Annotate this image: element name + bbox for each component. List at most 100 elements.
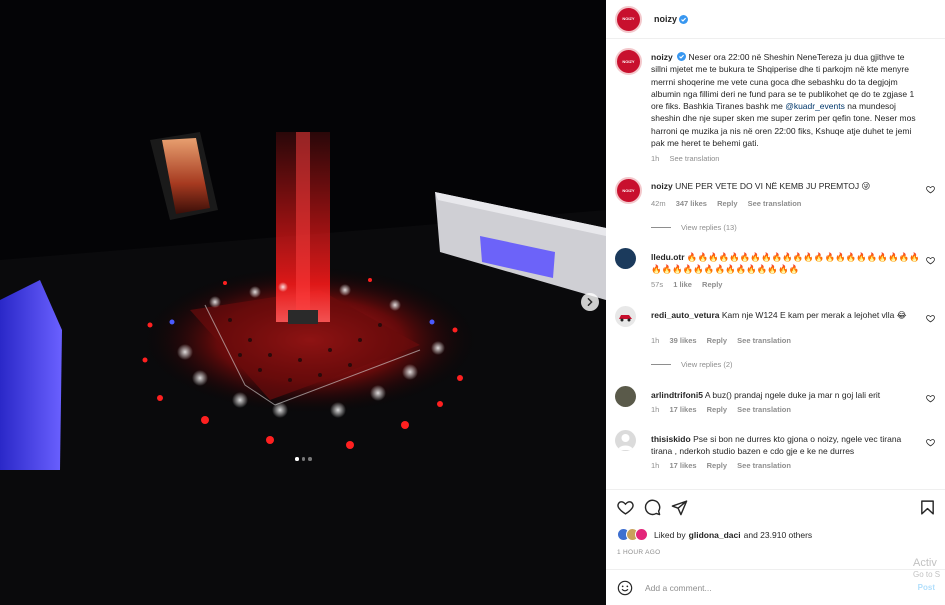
- reply-button[interactable]: Reply: [702, 280, 722, 289]
- default-user-icon: [618, 434, 633, 450]
- view-replies-button[interactable]: View replies (2): [651, 360, 733, 369]
- comment-username[interactable]: arlindtrifoni5: [651, 390, 703, 400]
- comment-text: Kam nje W124 E kam per merak a lejohet v…: [721, 310, 907, 320]
- emoji-smile-icon[interactable]: [617, 580, 633, 596]
- see-translation-link[interactable]: See translation: [737, 405, 791, 414]
- avatar[interactable]: [615, 386, 636, 407]
- caption-body: noizy Neser ora 22:00 në Sheshin NeneTer…: [651, 51, 921, 149]
- post-media[interactable]: [0, 0, 606, 605]
- comment-username[interactable]: lledu.otr: [651, 252, 685, 262]
- avatar-text: NOIZY: [622, 16, 635, 21]
- comment-likes-link[interactable]: 39 likes: [669, 336, 696, 345]
- save-bookmark-icon[interactable]: [919, 499, 936, 516]
- post-caption: NOIZY noizy Neser ora 22:00 në Sheshin N…: [615, 48, 935, 168]
- avatar[interactable]: [615, 430, 636, 451]
- comment-username[interactable]: thisiskido: [651, 434, 691, 444]
- avatar[interactable]: [615, 306, 636, 327]
- liked-by-prefix: Liked by: [654, 529, 686, 540]
- comment-username[interactable]: redi_auto_vetura: [651, 310, 720, 320]
- comment-meta: 1h 39 likes Reply See translation: [651, 336, 799, 345]
- comment-item: lledu.otr 🔥🔥🔥🔥🔥🔥🔥🔥🔥🔥🔥🔥🔥🔥🔥🔥🔥🔥🔥🔥🔥🔥🔥🔥🔥🔥🔥🔥🔥🔥…: [615, 248, 935, 293]
- avatar[interactable]: NOIZY: [615, 5, 642, 33]
- comment-time: 42m: [651, 199, 666, 208]
- avatar: [635, 528, 648, 541]
- avatar-text: NOIZY: [622, 58, 635, 64]
- comment-item: thisiskido Pse si bon ne durres kto gjon…: [615, 430, 935, 480]
- comment-meta: 1h 17 likes Reply See translation: [651, 405, 799, 414]
- liked-by-others-link[interactable]: and 23.910 others: [744, 530, 813, 540]
- carousel-dot: [308, 457, 312, 461]
- comment-time: 1h: [651, 461, 660, 470]
- likes-summary: Liked by glidona_daci and 23.910 others: [617, 528, 812, 541]
- carousel-indicator: [295, 457, 312, 461]
- avatar[interactable]: [615, 248, 636, 269]
- post-timestamp[interactable]: 1 HOUR AGO: [617, 549, 660, 556]
- carousel-dot: [301, 457, 305, 461]
- car-logo-icon: [619, 314, 632, 321]
- next-slide-button[interactable]: [581, 293, 599, 311]
- avatar[interactable]: NOIZY: [615, 177, 642, 204]
- comment-time: 1h: [651, 336, 660, 345]
- like-comment-heart-icon[interactable]: [926, 256, 935, 265]
- reply-button[interactable]: Reply: [707, 461, 727, 470]
- see-translation-link[interactable]: See translation: [737, 461, 791, 470]
- watermark-line-2: Go to S: [913, 570, 941, 579]
- comments-list[interactable]: NOIZY noizy Neser ora 22:00 në Sheshin N…: [606, 39, 945, 489]
- post-side-panel: NOIZY noizy NOIZY noizy Neser ora 22:00 …: [606, 0, 945, 605]
- liker-username-link[interactable]: glidona_daci: [689, 530, 741, 540]
- comment-body: thisiskido Pse si bon ne durres kto gjon…: [651, 433, 921, 457]
- watermark-line-1: Activ: [913, 557, 937, 569]
- comment-item: NOIZY noizy UNE PER VETE DO VI NË KEMB J…: [615, 177, 935, 237]
- see-translation-link[interactable]: See translation: [748, 199, 802, 208]
- reply-button[interactable]: Reply: [707, 405, 727, 414]
- caption-meta: 1h See translation: [651, 154, 727, 163]
- like-comment-heart-icon[interactable]: [926, 394, 935, 403]
- add-comment-bar: Add a comment... Post: [606, 569, 945, 605]
- comment-input[interactable]: Add a comment...: [645, 583, 918, 593]
- comment-bubble-icon[interactable]: [644, 499, 661, 516]
- avatar-text: NOIZY: [622, 187, 635, 193]
- windows-activation-watermark: Activ Go to S: [913, 557, 945, 581]
- comment-likes-link[interactable]: 1 like: [673, 280, 692, 289]
- share-send-icon[interactable]: [671, 499, 688, 516]
- caption-mention-link[interactable]: @kuadr_events: [785, 101, 845, 111]
- reply-button[interactable]: Reply: [707, 336, 727, 345]
- like-comment-heart-icon[interactable]: [926, 438, 935, 447]
- post-username[interactable]: noizy: [654, 14, 677, 24]
- comment-text: A buz() prandaj ngele duke ja mar n goj …: [704, 390, 881, 400]
- like-comment-heart-icon[interactable]: [926, 185, 935, 194]
- comment-meta: 42m 347 likes Reply See translation: [651, 199, 809, 208]
- comment-meta: 57s 1 like Reply: [651, 280, 730, 289]
- like-heart-icon[interactable]: [617, 499, 634, 516]
- avatar[interactable]: NOIZY: [615, 48, 642, 75]
- comment-body: redi_auto_vetura Kam nje W124 E kam per …: [651, 309, 921, 321]
- verified-badge-icon: [677, 52, 687, 61]
- comment-body: lledu.otr 🔥🔥🔥🔥🔥🔥🔥🔥🔥🔥🔥🔥🔥🔥🔥🔥🔥🔥🔥🔥🔥🔥🔥🔥🔥🔥🔥🔥🔥🔥…: [651, 251, 921, 275]
- liker-avatars: [617, 528, 648, 541]
- comment-likes-link[interactable]: 17 likes: [669, 405, 696, 414]
- caption-username[interactable]: noizy: [651, 52, 673, 62]
- comment-text: UNE PER VETE DO VI NË KEMB JU PREMTOJ 😜: [675, 181, 871, 191]
- comment-item: redi_auto_vetura Kam nje W124 E kam per …: [615, 306, 935, 376]
- post-comment-button[interactable]: Post: [918, 583, 935, 592]
- post-actions: Liked by glidona_daci and 23.910 others …: [606, 489, 945, 569]
- comment-item: arlindtrifoni5 A buz() prandaj ngele duk…: [615, 386, 935, 426]
- comment-username[interactable]: noizy: [651, 181, 673, 191]
- see-translation-link[interactable]: See translation: [669, 154, 719, 163]
- like-comment-heart-icon[interactable]: [926, 314, 935, 323]
- comment-likes-link[interactable]: 347 likes: [676, 199, 707, 208]
- reply-button[interactable]: Reply: [717, 199, 737, 208]
- comment-text: 🔥🔥🔥🔥🔥🔥🔥🔥🔥🔥🔥🔥🔥🔥🔥🔥🔥🔥🔥🔥🔥🔥🔥🔥🔥🔥🔥🔥🔥🔥🔥🔥🔥🔥🔥🔥: [651, 252, 920, 274]
- comment-time: 1h: [651, 405, 660, 414]
- comment-time: 57s: [651, 280, 664, 289]
- comment-meta: 1h 17 likes Reply See translation: [651, 461, 799, 470]
- verified-badge-icon: [679, 14, 689, 24]
- view-replies-button[interactable]: View replies (13): [651, 223, 737, 232]
- comment-likes-link[interactable]: 17 likes: [669, 461, 696, 470]
- concert-render-image: [0, 0, 606, 605]
- comment-body: noizy UNE PER VETE DO VI NË KEMB JU PREM…: [651, 180, 921, 192]
- carousel-dot: [295, 457, 299, 461]
- see-translation-link[interactable]: See translation: [737, 336, 791, 345]
- comment-body: arlindtrifoni5 A buz() prandaj ngele duk…: [651, 389, 921, 401]
- caption-time: 1h: [651, 154, 660, 163]
